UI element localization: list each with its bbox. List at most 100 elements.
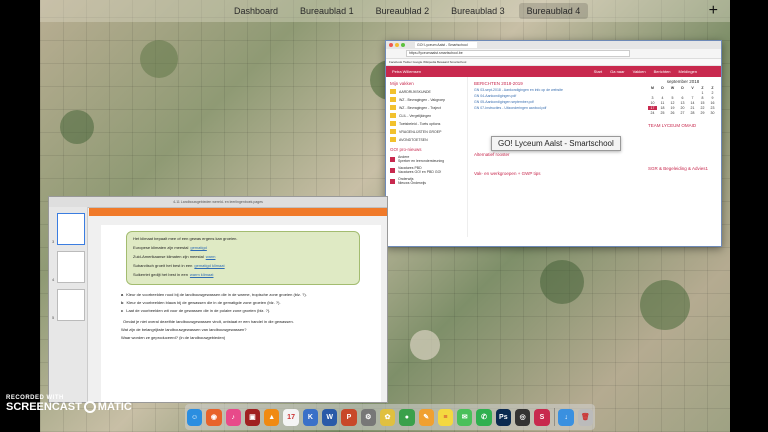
chrome-icon[interactable]: ● xyxy=(399,408,415,426)
calendar-day[interactable]: 1 xyxy=(698,91,707,95)
calendar-day[interactable]: 8 xyxy=(698,96,707,100)
calendar-day[interactable]: 23 xyxy=(708,106,717,110)
calendar-day[interactable]: 11 xyxy=(658,101,667,105)
course-item[interactable]: WZ - Bevragingen - Traject xyxy=(390,105,463,110)
intro-text: Omdat je niet overal dezelfde landbouwge… xyxy=(123,319,294,324)
nav-berichten[interactable]: Berichten xyxy=(654,69,671,74)
word-icon[interactable]: W xyxy=(322,408,338,426)
space-tab-dashboard[interactable]: Dashboard xyxy=(226,3,286,19)
notes-icon[interactable]: ≡ xyxy=(437,408,454,426)
browser-window[interactable]: GO! Lyceum Aalst - Smartschool https://l… xyxy=(385,40,722,247)
calendar-day[interactable]: 20 xyxy=(678,106,687,110)
trash-icon[interactable]: 🗑 xyxy=(577,408,594,426)
messages-icon[interactable]: ✉ xyxy=(457,408,473,426)
add-space-button[interactable]: + xyxy=(709,2,718,20)
bookmarks-bar[interactable]: Facebook Twitter Google Wikipedia Bewaar… xyxy=(386,59,721,66)
calendar-day[interactable]: 19 xyxy=(668,106,677,110)
nav-vakken[interactable]: Vakken xyxy=(633,69,646,74)
calendar-grid[interactable]: M D W D V Z Z 1 2 3 4 5 6 7 8 9 10 11 12 13 14 15 16 17 18 19 20 21… xyxy=(648,86,718,115)
group-item[interactable]: Onderwijs Nieuws Onderwijs xyxy=(390,177,463,185)
message-link[interactable]: GN 04-Aankondigingen.pdf xyxy=(474,94,644,98)
itunes-icon[interactable]: ♪ xyxy=(225,408,241,426)
calendar-day[interactable]: 29 xyxy=(698,111,707,115)
space-tab-desktop-1[interactable]: Bureaublad 1 xyxy=(292,3,362,19)
browser-tab[interactable]: GO! Lyceum Aalst - Smartschool xyxy=(415,42,477,48)
calendar-day[interactable]: 27 xyxy=(678,111,687,115)
calendar-day[interactable]: 13 xyxy=(678,101,687,105)
calendar-icon[interactable]: 17 xyxy=(283,408,299,426)
course-item[interactable]: WZ - Bevragingen - Vakgroep xyxy=(390,97,463,102)
url-field[interactable]: https://lyceumaalst.smartschool.be xyxy=(406,50,630,57)
calendar-day xyxy=(648,91,657,95)
landscape-field xyxy=(410,330,440,360)
calendar-day[interactable]: 10 xyxy=(648,101,657,105)
calendar-day[interactable]: 22 xyxy=(698,106,707,110)
pages-window[interactable]: 4-11 Landbouwgebieden wereld- en leerlin… xyxy=(48,196,388,403)
climate-line: Europese klimaten zijn meestal gematigd xyxy=(133,245,207,250)
photos-icon[interactable]: ✿ xyxy=(379,408,396,426)
calendar-day[interactable]: 18 xyxy=(658,106,667,110)
space-tab-desktop-4[interactable]: Bureaublad 4 xyxy=(518,3,589,19)
system-prefs-icon[interactable]: ⚙ xyxy=(360,408,376,426)
calendar-day[interactable]: 5 xyxy=(668,96,677,100)
course-item[interactable]: CLIL - Vergelijkingen xyxy=(390,113,463,118)
message-link[interactable]: GN 05-Aankondigingen september.pdf xyxy=(474,100,644,104)
calendar-day[interactable]: 14 xyxy=(688,101,697,105)
calendar-day[interactable]: 9 xyxy=(708,96,717,100)
calendar-day[interactable]: 26 xyxy=(668,111,677,115)
photo-booth-icon[interactable]: ▣ xyxy=(244,408,261,426)
page-thumbnail[interactable]: 5 xyxy=(52,289,85,321)
group-item[interactable]: Vacatures PBD Vacatures GO! en PBD GO! xyxy=(390,166,463,174)
calendar-day[interactable]: 7 xyxy=(688,96,697,100)
space-tab-desktop-3[interactable]: Bureaublad 3 xyxy=(443,3,513,19)
course-item[interactable]: AVONDTOETSEN xyxy=(390,137,463,142)
dock: ☺ ◉ ♪ ▣ ▲ 17 K W P ⚙ ✿ ● ✎ ≡ ✉ ✆ Ps ◎ S ↓ 🗑 xyxy=(185,404,595,430)
calendar-day[interactable]: 15 xyxy=(698,101,707,105)
calendar-day[interactable]: 25 xyxy=(658,111,667,115)
message-link[interactable]: GN 07-Instructies - Uitzonderingen aanbo… xyxy=(474,106,644,110)
powerpoint-icon[interactable]: P xyxy=(341,408,357,426)
course-item[interactable]: Toetsbeleid - Toets options xyxy=(390,121,463,126)
course-item[interactable]: VRAGENLIJSTEN GROEP xyxy=(390,129,463,134)
calendar-day[interactable]: 3 xyxy=(648,96,657,100)
page-thumbnail[interactable]: 4 xyxy=(52,251,85,283)
finder-icon[interactable]: ☺ xyxy=(186,408,203,426)
calendar-day[interactable]: 24 xyxy=(648,111,657,115)
calendar-day[interactable]: 21 xyxy=(688,106,697,110)
calendar-day xyxy=(668,91,677,95)
document-page[interactable]: Het klimaat bepaalt mee of een gewas erg… xyxy=(101,225,381,402)
message-link[interactable]: GN 03-sept-2018 - Aankondigingen en info… xyxy=(474,88,644,92)
calendar-day[interactable]: 12 xyxy=(668,101,677,105)
landscape-field xyxy=(540,260,584,304)
keynote-icon[interactable]: K xyxy=(302,408,319,426)
firefox-icon[interactable]: ◉ xyxy=(206,408,222,426)
user-name[interactable]: Petra Willemsen xyxy=(392,69,421,74)
vlc-icon[interactable]: ▲ xyxy=(264,408,280,426)
calendar-day[interactable]: 2 xyxy=(708,91,717,95)
camera-icon[interactable]: ◎ xyxy=(514,408,531,426)
calendar-day[interactable]: 17 xyxy=(648,106,657,110)
pages-toolbar[interactable] xyxy=(89,208,387,216)
space-tab-desktop-2[interactable]: Bureaublad 2 xyxy=(368,3,438,19)
minimize-window-button[interactable] xyxy=(395,43,399,47)
groups-title: GO! pro-nieuws xyxy=(390,147,422,152)
downloads-icon[interactable]: ↓ xyxy=(558,408,574,426)
calendar-day[interactable]: 28 xyxy=(688,111,697,115)
page-thumbnail[interactable]: 3 xyxy=(52,213,85,245)
calendar-day[interactable]: 16 xyxy=(708,101,717,105)
pages-icon[interactable]: ✎ xyxy=(418,408,434,426)
whatsapp-icon[interactable]: ✆ xyxy=(476,408,492,426)
nav-ga-naar[interactable]: Ga naar xyxy=(610,69,624,74)
close-window-button[interactable] xyxy=(389,43,393,47)
zoom-window-button[interactable] xyxy=(401,43,405,47)
course-item[interactable]: AARDRIJKSKUNDE xyxy=(390,89,463,94)
group-item[interactable]: Andere Spreker en leerondersteuning xyxy=(390,155,463,163)
calendar-day[interactable]: 6 xyxy=(678,96,687,100)
climate-line: Subarctisch groeit het best in een gemati… xyxy=(133,263,225,268)
calendar-day[interactable]: 4 xyxy=(658,96,667,100)
photoshop-icon[interactable]: Ps xyxy=(495,408,511,426)
nav-start[interactable]: Start xyxy=(594,69,602,74)
smartschool-icon[interactable]: S xyxy=(534,408,550,426)
calendar-day[interactable]: 30 xyxy=(708,111,717,115)
nav-meldingen[interactable]: Meldingen xyxy=(679,69,697,74)
